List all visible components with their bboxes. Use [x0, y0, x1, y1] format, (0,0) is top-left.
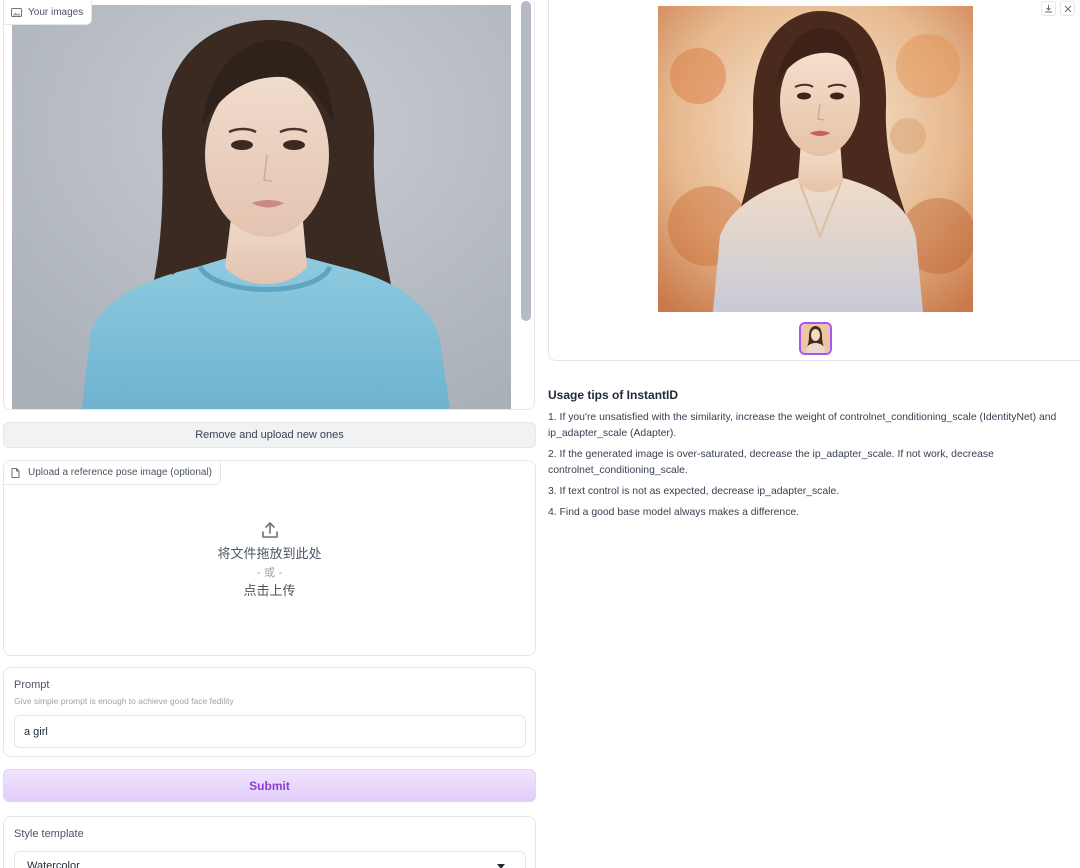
download-icon[interactable] [1041, 1, 1056, 16]
usage-tips-title: Usage tips of InstantID [548, 388, 679, 402]
file-icon [11, 468, 22, 478]
usage-tips: Usage tips of InstantID 1. If you're uns… [548, 387, 1078, 526]
prompt-input[interactable] [14, 715, 526, 748]
pose-upload-dropzone[interactable]: 将文件拖放到此处 - 或 - 点击上传 [4, 461, 535, 655]
pose-upload-label: Upload a reference pose image (optional) [28, 467, 212, 478]
upload-icon [260, 520, 280, 540]
upload-or-text: - 或 - [256, 566, 283, 579]
generated-image-panel [548, 0, 1080, 361]
gallery-label-chip: Your images [4, 1, 93, 25]
uploaded-face-image[interactable] [12, 5, 511, 409]
input-column: Your images Remove and upload new ones U… [0, 0, 540, 868]
result-thumbnail[interactable] [799, 322, 832, 355]
style-template-field: Style template Watercolor [3, 816, 536, 868]
gallery-scrollbar[interactable] [521, 1, 531, 321]
usage-tip-item: 3. If text control is not as expected, d… [548, 486, 840, 497]
dropdown-arrow-icon [497, 864, 505, 868]
style-template-value: Watercolor [27, 860, 80, 868]
upload-drop-text: 将文件拖放到此处 [217, 547, 322, 562]
upload-click-text: 点击上传 [243, 584, 296, 599]
prompt-info: Give simple prompt is enough to achieve … [14, 696, 234, 706]
prompt-field: Prompt Give simple prompt is enough to a… [3, 667, 536, 757]
close-icon[interactable] [1060, 1, 1075, 16]
style-template-dropdown[interactable]: Watercolor [14, 851, 526, 868]
gallery-label: Your images [28, 7, 84, 18]
usage-tip-item: 2. If the generated image is over-satura… [548, 449, 994, 476]
pose-upload-label-chip: Upload a reference pose image (optional) [4, 461, 221, 485]
instantid-app: Your images Remove and upload new ones U… [0, 0, 1080, 868]
generated-watercolor-image[interactable] [658, 6, 973, 312]
usage-tip-item: 4. Find a good base model always makes a… [548, 507, 800, 518]
style-template-label: Style template [14, 828, 84, 840]
image-icon [11, 8, 22, 17]
prompt-label: Prompt [14, 679, 50, 691]
usage-tip-item: 1. If you're unsatisfied with the simila… [548, 412, 1057, 439]
result-actions [1041, 1, 1075, 16]
submit-button[interactable]: Submit [3, 769, 536, 802]
remove-and-upload-button[interactable]: Remove and upload new ones [3, 422, 536, 448]
pose-image-upload: Upload a reference pose image (optional)… [3, 460, 536, 656]
your-images-gallery: Your images [3, 0, 535, 410]
